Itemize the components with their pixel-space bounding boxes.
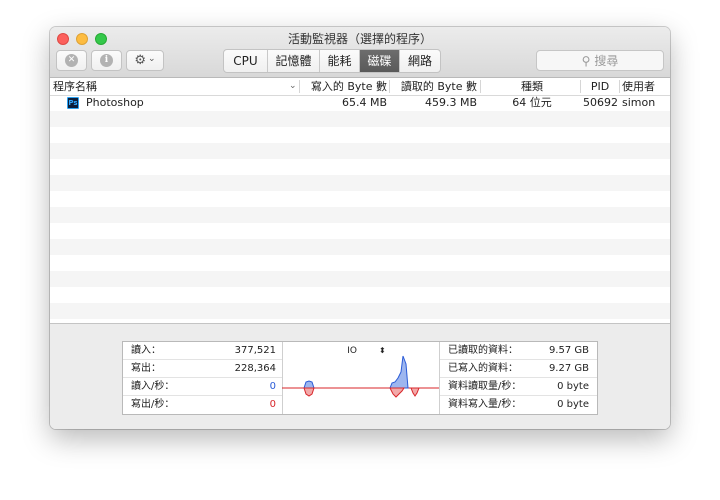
stat-data-read-per-sec: 資料讀取量/秒： 0 byte	[440, 378, 597, 396]
read-spike	[303, 380, 315, 389]
write-spike	[389, 387, 405, 398]
action-menu-button[interactable]: ⚙ ⌄	[126, 50, 164, 71]
inspect-process-button[interactable]: i	[91, 50, 122, 71]
window-title: 活動監視器（選擇的程序）	[287, 32, 432, 46]
empty-row	[50, 159, 670, 175]
bytes-read: 459.3 MB	[424, 96, 477, 109]
stat-data-written: 已寫入的資料： 9.27 GB	[440, 360, 597, 378]
empty-row	[50, 271, 670, 287]
process-kind: 64 位元	[512, 96, 552, 109]
tab-disk[interactable]: 磁碟	[360, 50, 400, 72]
chevron-down-icon: ⌄	[148, 53, 156, 64]
column-header-process-name[interactable]: 程序名稱 ⌄	[53, 78, 297, 95]
stat-writes-per-sec: 寫出/秒： 0	[131, 399, 276, 410]
column-divider	[389, 80, 390, 93]
column-divider	[480, 80, 481, 93]
empty-row	[50, 255, 670, 271]
tab-cpu[interactable]: CPU	[224, 50, 268, 72]
stat-data-written-per-sec: 資料寫入量/秒： 0 byte	[448, 399, 589, 410]
tab-memory[interactable]: 記憶體	[268, 50, 320, 72]
empty-row	[50, 175, 670, 191]
empty-row	[50, 143, 670, 159]
close-circle-icon: ✕	[65, 54, 78, 67]
column-divider	[580, 80, 581, 93]
activity-monitor-window: 活動監視器（選擇的程序） ✕ i ⚙ ⌄ CPU 記憶體 能耗 磁碟 網路 ⚲ …	[50, 27, 670, 429]
stop-process-button[interactable]: ✕	[56, 50, 87, 71]
stat-reads-per-sec: 讀入/秒： 0	[123, 378, 282, 396]
tab-network[interactable]: 網路	[400, 50, 440, 72]
tab-energy[interactable]: 能耗	[320, 50, 360, 72]
write-spike	[410, 387, 420, 397]
column-header-bytes-read[interactable]: 讀取的 Byte 數	[391, 78, 477, 95]
search-icon: ⚲	[581, 53, 591, 68]
process-pid: 50692	[583, 96, 618, 109]
search-placeholder: 搜尋	[594, 54, 619, 68]
stat-writes-out: 寫出： 228,364	[123, 360, 282, 378]
column-divider	[299, 80, 300, 93]
empty-row	[50, 191, 670, 207]
bytes-written: 65.4 MB	[341, 96, 387, 109]
column-header-kind[interactable]: 種類	[482, 78, 582, 95]
empty-row	[50, 223, 670, 239]
stat-data-read: 已讀取的資料： 9.57 GB	[440, 342, 597, 360]
sort-chevron-icon: ⌄	[289, 81, 297, 91]
table-row[interactable]: Ps Photoshop 65.4 MB 459.3 MB 64 位元 5069…	[50, 95, 670, 111]
empty-row	[50, 239, 670, 255]
info-icon: i	[100, 54, 113, 67]
empty-row	[50, 127, 670, 143]
photoshop-app-icon: Ps	[67, 97, 79, 109]
search-field[interactable]: ⚲ 搜尋	[536, 50, 664, 71]
empty-row	[50, 207, 670, 223]
column-header-bytes-written[interactable]: 寫入的 Byte 數	[301, 78, 387, 95]
column-header-user[interactable]: 使用者	[622, 78, 668, 95]
column-divider	[619, 80, 620, 93]
empty-row	[50, 287, 670, 303]
io-graph-svg	[282, 355, 439, 398]
process-user: simon	[622, 96, 656, 109]
stat-reads-in: 讀入： 377,521	[123, 342, 282, 360]
table-header: 程序名稱 ⌄ 寫入的 Byte 數 讀取的 Byte 數 種類 PID 使用者	[50, 78, 670, 96]
view-tabs: CPU 記憶體 能耗 磁碟 網路	[223, 49, 441, 73]
gear-icon: ⚙	[134, 53, 147, 68]
disk-summary-area: 讀入： 377,521 寫出： 228,364 讀入/秒： 0 寫出/秒： 0 …	[50, 323, 670, 429]
process-list: Ps Photoshop 65.4 MB 459.3 MB 64 位元 5069…	[50, 95, 670, 323]
disk-summary-panel: 讀入： 377,521 寫出： 228,364 讀入/秒： 0 寫出/秒： 0 …	[122, 341, 598, 415]
read-spike	[389, 355, 409, 389]
write-spike	[303, 387, 315, 397]
empty-row	[50, 111, 670, 127]
empty-row	[50, 303, 670, 319]
column-header-pid[interactable]: PID	[582, 78, 618, 95]
io-graph: IO ⬍	[282, 342, 439, 414]
process-name: Photoshop	[86, 96, 144, 109]
title-bar: 活動監視器（選擇的程序） ✕ i ⚙ ⌄ CPU 記憶體 能耗 磁碟 網路 ⚲ …	[50, 27, 670, 78]
